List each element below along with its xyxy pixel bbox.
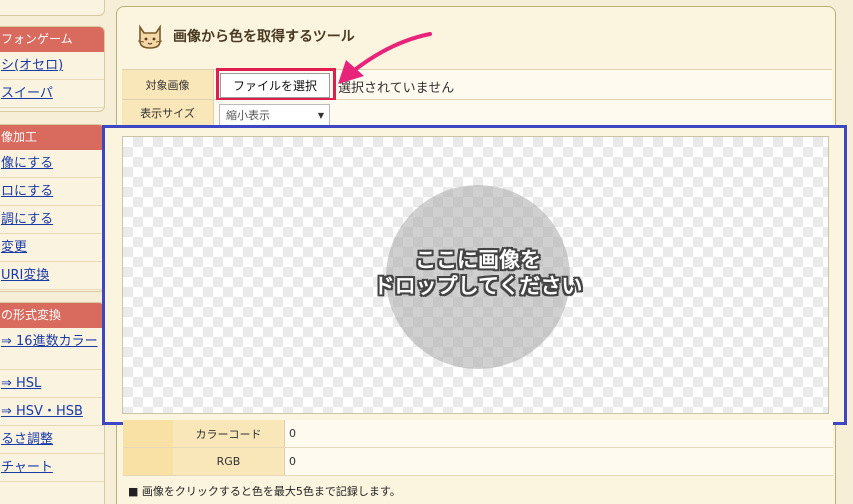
sidebar-item-chart[interactable]: チャート [0, 454, 104, 482]
transparent-canvas[interactable]: ここに画像を ドロップしてください [122, 136, 829, 414]
sidebar-item-image-3[interactable]: 調にする [0, 206, 104, 234]
target-image-value: ファイルを選択 選択されていません [214, 68, 832, 101]
sidebar-top-box [0, 0, 105, 16]
sidebar-item-image-4[interactable]: 変更 [0, 234, 104, 262]
form-row-size: 表示サイズ 縮小表示 ▼ [122, 100, 832, 126]
drop-instruction: ここに画像を ドロップしてください [333, 247, 623, 299]
color-swatch-cell [123, 448, 173, 475]
sidebar-item-image-2[interactable]: ロにする [0, 178, 104, 206]
color-code-label: カラーコード [173, 420, 285, 447]
file-form: 対象画像 ファイルを選択 選択されていません 表示サイズ 縮小表示 ▼ [122, 68, 832, 126]
sidebar-item-hsv[interactable]: ⇒ HSV・HSB [0, 398, 104, 426]
sidebar-item-minesweeper[interactable]: スイーパ [0, 80, 104, 108]
sidebar-item-hex[interactable]: ⇒ 16進数カラー [0, 328, 104, 370]
table-row: RGB 0 [123, 448, 833, 476]
sidebar-heading-color-convert: の形式変換 [0, 303, 104, 328]
sidebar-item-brightness[interactable]: るさ調整 [0, 426, 104, 454]
sidebar-item-hsl[interactable]: ⇒ HSL [0, 370, 104, 398]
dropdown-arrow-icon: ▼ [317, 111, 324, 120]
display-size-select[interactable]: 縮小表示 ▼ [219, 104, 330, 126]
cat-face-icon [137, 24, 163, 49]
color-swatch-cell [123, 420, 173, 447]
color-code-value: 0 [285, 420, 833, 447]
usage-note: ■ 画像をクリックすると色を最大5色まで記録します。 [128, 485, 401, 498]
sidebar-group-image-edit: 像加工 像にする ロにする 調にする 変更 URI変換 [0, 124, 105, 292]
drop-instruction-line1: ここに画像を [415, 248, 541, 272]
rgb-label: RGB [173, 448, 285, 475]
sidebar-group-games: フォンゲーム シ(オセロ) スイーパ [0, 26, 105, 112]
display-size-label: 表示サイズ [122, 100, 214, 125]
rgb-value: 0 [285, 448, 833, 475]
drop-instruction-line2: ドロップしてください [373, 274, 583, 298]
file-select-button[interactable]: ファイルを選択 [220, 73, 330, 98]
panel-title-text: 画像から色を取得するツール [173, 29, 355, 45]
annotation-arrow-icon [338, 32, 432, 84]
display-size-selected: 縮小表示 [226, 109, 270, 122]
form-row-target: 対象画像 ファイルを選択 選択されていません [122, 68, 832, 101]
target-image-label: 対象画像 [122, 70, 214, 99]
panel-title: 画像から色を取得するツール [135, 19, 355, 53]
sidebar-item-image-1[interactable]: 像にする [0, 150, 104, 178]
sidebar-heading-games: フォンゲーム [0, 27, 104, 52]
left-sidebar: フォンゲーム シ(オセロ) スイーパ 像加工 像にする ロにする 調にする 変更… [0, 0, 106, 504]
table-row: カラーコード 0 [123, 420, 833, 448]
image-drop-zone[interactable]: ここに画像を ドロップしてください [102, 125, 847, 425]
sidebar-item-othello[interactable]: シ(オセロ) [0, 52, 104, 80]
sidebar-item-data-uri[interactable]: URI変換 [0, 262, 104, 290]
color-results-table: カラーコード 0 RGB 0 [123, 420, 833, 476]
display-size-value: 縮小表示 ▼ [214, 100, 832, 126]
sidebar-group-color-convert: の形式変換 ⇒ 16進数カラー ⇒ HSL ⇒ HSV・HSB るさ調整 チャー… [0, 302, 105, 504]
sidebar-heading-image-edit: 像加工 [0, 125, 104, 150]
